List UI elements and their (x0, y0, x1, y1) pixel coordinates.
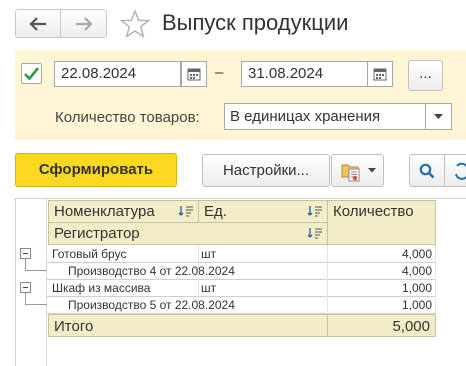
forward-button[interactable] (61, 10, 106, 37)
header-unit-label: Ед. (204, 203, 227, 220)
row-product-name[interactable]: Шкаф из массива (52, 281, 150, 295)
header-unit[interactable]: Ед. (198, 200, 328, 223)
row-divider (47, 279, 436, 280)
column-divider (198, 245, 199, 314)
column-divider (435, 245, 436, 314)
back-button[interactable] (16, 10, 61, 37)
collapse-group-icon[interactable] (20, 282, 31, 293)
row-divider (47, 296, 436, 297)
arrow-right-icon (75, 16, 93, 31)
row-quantity: 4,000 (401, 247, 432, 261)
collapse-group-icon[interactable] (20, 248, 31, 259)
row-product-name[interactable]: Готовый брус (52, 247, 126, 261)
quantity-mode-select[interactable]: В единицах хранения (224, 103, 426, 130)
favorite-star-icon[interactable] (119, 8, 151, 40)
header-registrar[interactable]: Регистратор (48, 222, 328, 245)
column-divider (327, 245, 328, 314)
sort-icon (178, 206, 193, 217)
quantity-mode-label: Количество товаров: (55, 109, 200, 126)
date-to-calendar-button[interactable] (367, 61, 393, 87)
row-unit: шт (201, 281, 217, 295)
row-registrar-document[interactable]: Производство 5 от 22.08.2024 (68, 298, 235, 312)
sort-icon (307, 206, 322, 217)
search-icon (419, 163, 435, 178)
page-title: Выпуск продукции (162, 10, 349, 35)
date-to-input[interactable]: 31.08.2024 (241, 61, 368, 87)
arrow-left-icon (29, 16, 46, 31)
date-from-input[interactable]: 22.08.2024 (54, 61, 181, 87)
sort-icon (307, 228, 322, 239)
row-quantity: 1,000 (401, 281, 432, 295)
header-quantity[interactable]: Количество (327, 200, 436, 245)
calendar-icon (187, 68, 201, 81)
row-registrar-document[interactable]: Производство 4 от 22.08.2024 (68, 264, 235, 278)
quantity-mode-dropdown-button[interactable] (425, 103, 452, 130)
date-from-calendar-button[interactable] (181, 61, 207, 87)
calendar-icon (373, 68, 387, 81)
total-label: Итого (48, 314, 328, 337)
date-separator: – (215, 64, 224, 81)
row-divider (47, 262, 436, 263)
report-variants-icon (341, 164, 359, 181)
header-registrar-label: Регистратор (54, 225, 140, 242)
chevron-down-icon (434, 113, 443, 119)
period-checkbox[interactable] (21, 63, 42, 84)
choose-period-button[interactable]: ... (408, 60, 443, 91)
row-quantity: 4,000 (401, 264, 432, 278)
row-quantity: 1,000 (401, 298, 432, 312)
search-button[interactable] (409, 154, 445, 187)
header-quantity-label: Количество (333, 203, 414, 220)
generate-button[interactable]: Сформировать (15, 153, 177, 187)
tree-line (25, 304, 47, 305)
report-frame-top (15, 198, 466, 199)
header-nomenclature-label: Номенклатура (54, 203, 155, 220)
navigation-buttons (15, 9, 107, 38)
settings-button[interactable]: Настройки... (202, 154, 330, 187)
header-nomenclature[interactable]: Номенклатура (48, 200, 199, 223)
row-unit: шт (201, 247, 217, 261)
report-frame-left (15, 198, 16, 366)
checkmark-icon (24, 67, 40, 81)
refresh-icon (455, 162, 466, 180)
chevron-down-icon (367, 168, 376, 173)
total-value: 5,000 (327, 314, 436, 337)
grouping-gutter-divider (46, 199, 47, 366)
report-variant-button[interactable] (331, 154, 384, 187)
tree-line (25, 270, 47, 271)
more-actions-button[interactable] (445, 154, 466, 187)
